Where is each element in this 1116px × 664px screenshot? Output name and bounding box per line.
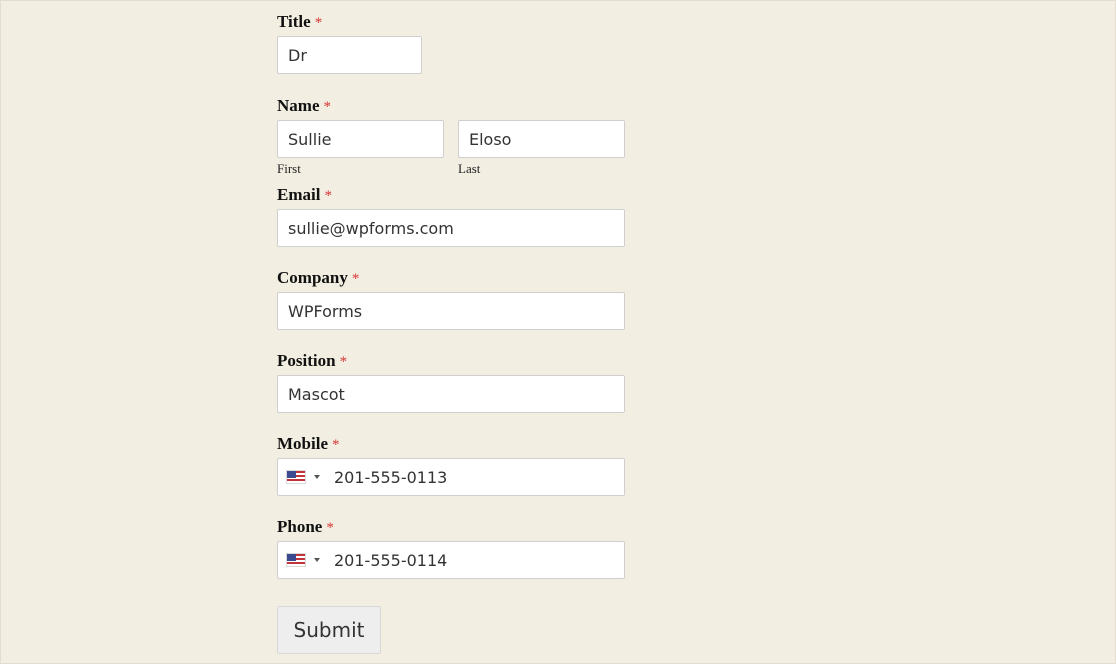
company-input[interactable]: WPForms: [277, 292, 625, 330]
position-input[interactable]: Mascot: [277, 375, 625, 413]
chevron-down-icon[interactable]: [314, 475, 320, 479]
required-mark: *: [314, 15, 323, 31]
mobile-label: Mobile *: [277, 431, 625, 457]
name-label: Name *: [277, 93, 625, 119]
email-field: Email * sullie@wpforms.com: [277, 182, 625, 247]
phone-input[interactable]: 201-555-0114: [277, 541, 625, 579]
mobile-input[interactable]: 201-555-0113: [277, 458, 625, 496]
contact-form: Title * Dr Name * Sullie First Eloso Last …: [277, 9, 625, 579]
email-input[interactable]: sullie@wpforms.com: [277, 209, 625, 247]
required-mark: *: [339, 354, 348, 370]
mobile-number: 201-555-0113: [334, 467, 448, 487]
phone-label-text: Phone: [277, 517, 323, 536]
submit-button[interactable]: Submit: [277, 606, 381, 654]
last-name-col: Eloso Last: [458, 120, 625, 180]
us-flag-icon[interactable]: [286, 470, 306, 484]
mobile-label-text: Mobile: [277, 434, 328, 453]
required-mark: *: [332, 437, 340, 453]
first-name-col: Sullie First: [277, 120, 444, 180]
position-label-text: Position: [277, 351, 336, 370]
email-label: Email *: [277, 182, 625, 208]
position-label: Position *: [277, 348, 625, 374]
company-field: Company * WPForms: [277, 265, 625, 330]
required-mark: *: [324, 188, 332, 204]
email-label-text: Email: [277, 185, 321, 204]
name-label-text: Name: [277, 96, 320, 115]
chevron-down-icon[interactable]: [314, 558, 320, 562]
title-label: Title *: [277, 9, 625, 35]
company-label-text: Company: [277, 268, 348, 287]
phone-field: Phone * 201-555-0114: [277, 514, 625, 579]
mobile-field: Mobile * 201-555-0113: [277, 431, 625, 496]
phone-number: 201-555-0114: [334, 550, 448, 570]
last-name-input[interactable]: Eloso: [458, 120, 625, 158]
required-mark: *: [326, 520, 334, 536]
first-name-input[interactable]: Sullie: [277, 120, 444, 158]
title-input[interactable]: Dr: [277, 36, 422, 74]
required-mark: *: [323, 99, 331, 115]
last-name-sublabel: Last: [458, 161, 481, 176]
title-label-text: Title: [277, 12, 311, 31]
us-flag-icon[interactable]: [286, 553, 306, 567]
required-mark: *: [351, 271, 360, 287]
name-row: Sullie First Eloso Last: [277, 120, 625, 180]
position-field: Position * Mascot: [277, 348, 625, 413]
name-field: Name * Sullie First Eloso Last: [277, 93, 625, 180]
phone-label: Phone *: [277, 514, 625, 540]
first-name-sublabel: First: [277, 161, 301, 176]
company-label: Company *: [277, 265, 625, 291]
title-field: Title * Dr: [277, 9, 625, 74]
